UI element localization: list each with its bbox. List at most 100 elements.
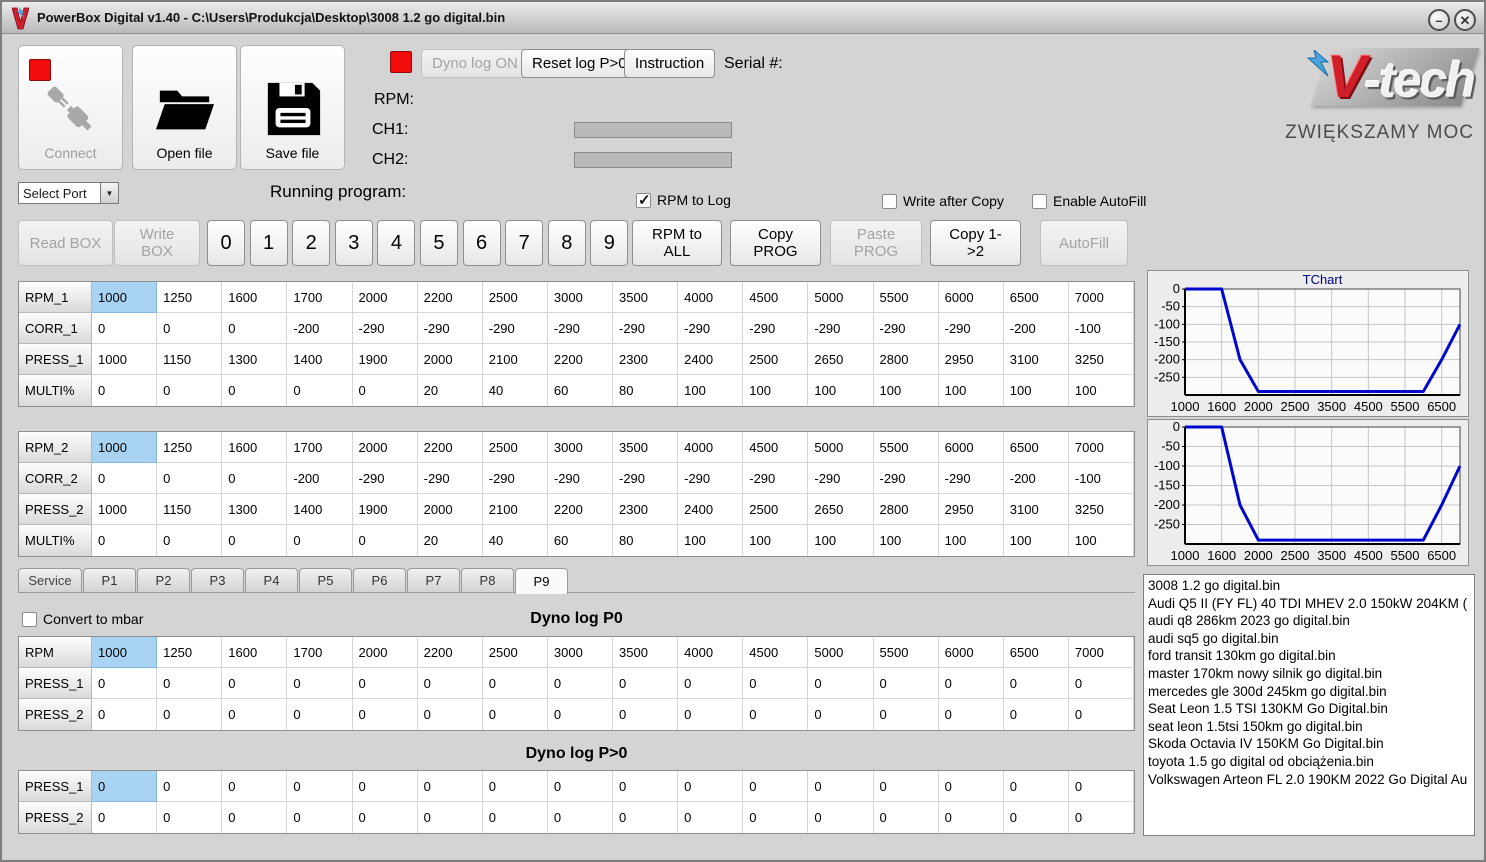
table-cell[interactable]: 2500 bbox=[482, 432, 548, 463]
tab-p5[interactable]: P5 bbox=[299, 568, 352, 592]
tab-p7[interactable]: P7 bbox=[407, 568, 460, 592]
table-cell[interactable]: 5000 bbox=[808, 282, 874, 313]
list-item[interactable]: Volkswagen Arteon FL 2.0 190KM 2022 Go D… bbox=[1148, 771, 1470, 789]
digit-button-4[interactable]: 4 bbox=[377, 220, 416, 266]
table-cell[interactable]: 0 bbox=[613, 699, 679, 730]
table-cell[interactable]: 100 bbox=[1003, 375, 1069, 406]
table-cell[interactable]: 2100 bbox=[482, 494, 548, 525]
table-cell[interactable]: 0 bbox=[352, 668, 418, 699]
connect-button[interactable]: Connect bbox=[18, 45, 123, 170]
instruction-button[interactable]: Instruction bbox=[624, 49, 716, 78]
select-port-dropdown[interactable]: Select Port ▼ bbox=[18, 182, 119, 204]
table-cell[interactable]: 2950 bbox=[938, 344, 1004, 375]
table-cell[interactable]: 100 bbox=[873, 525, 939, 556]
table-cell[interactable]: 1900 bbox=[352, 494, 418, 525]
table-cell[interactable]: -290 bbox=[352, 313, 418, 344]
write-after-copy-checkbox[interactable]: Write after Copy bbox=[882, 193, 1004, 209]
table-cell[interactable]: 0 bbox=[287, 699, 353, 730]
table-cell[interactable]: 80 bbox=[613, 375, 679, 406]
table-cell[interactable]: 4000 bbox=[678, 282, 744, 313]
table-cell[interactable]: 2100 bbox=[482, 344, 548, 375]
table-cell[interactable]: 1000 bbox=[92, 432, 158, 463]
table-cell[interactable]: -290 bbox=[938, 313, 1004, 344]
table-cell[interactable]: 5000 bbox=[808, 637, 874, 668]
table-cell[interactable]: -100 bbox=[1068, 313, 1134, 344]
digit-button-0[interactable]: 0 bbox=[207, 220, 245, 266]
table-cell[interactable]: 60 bbox=[547, 375, 613, 406]
table-cell[interactable]: 2000 bbox=[352, 637, 418, 668]
table-cell[interactable]: 2200 bbox=[547, 494, 613, 525]
tab-service[interactable]: Service bbox=[18, 568, 82, 592]
table-cell[interactable]: 0 bbox=[547, 668, 613, 699]
table-cell[interactable]: 2400 bbox=[678, 344, 744, 375]
table-cell[interactable]: 4500 bbox=[743, 637, 809, 668]
table-cell[interactable]: 0 bbox=[92, 771, 158, 802]
table-cell[interactable]: 0 bbox=[1068, 668, 1134, 699]
table-cell[interactable]: 1600 bbox=[222, 282, 288, 313]
table-cell[interactable]: 3500 bbox=[613, 282, 679, 313]
table-cell[interactable]: 0 bbox=[222, 463, 288, 494]
open-file-button[interactable]: Open file bbox=[132, 45, 237, 170]
tab-p2[interactable]: P2 bbox=[137, 568, 190, 592]
table-cell[interactable]: 2650 bbox=[808, 344, 874, 375]
copy-1-2-button[interactable]: Copy 1->2 bbox=[930, 220, 1021, 266]
checkbox-box[interactable] bbox=[1032, 193, 1047, 209]
table-cell[interactable]: 100 bbox=[873, 375, 939, 406]
table-cell[interactable]: -290 bbox=[873, 313, 939, 344]
tab-p6[interactable]: P6 bbox=[353, 568, 406, 592]
table-cell[interactable]: 0 bbox=[938, 802, 1004, 833]
table-cell[interactable]: 0 bbox=[222, 668, 288, 699]
table-cell[interactable]: 0 bbox=[222, 525, 288, 556]
table-cell[interactable]: 1600 bbox=[222, 637, 288, 668]
table-cell[interactable]: 0 bbox=[547, 699, 613, 730]
table-cell[interactable]: 3100 bbox=[1003, 344, 1069, 375]
list-item[interactable]: 3008 1.2 go digital.bin bbox=[1148, 577, 1470, 595]
table-cell[interactable]: 0 bbox=[678, 699, 744, 730]
table-cell[interactable]: 40 bbox=[482, 525, 548, 556]
table-cell[interactable]: 2650 bbox=[808, 494, 874, 525]
table-cell[interactable]: 5000 bbox=[808, 432, 874, 463]
table-cell[interactable]: 0 bbox=[222, 771, 288, 802]
table-cell[interactable]: 100 bbox=[808, 525, 874, 556]
table-cell[interactable]: 2500 bbox=[482, 637, 548, 668]
table-cell[interactable]: 6000 bbox=[938, 432, 1004, 463]
table-cell[interactable]: 7000 bbox=[1068, 637, 1134, 668]
table-cell[interactable]: -290 bbox=[808, 313, 874, 344]
table-cell[interactable]: 4500 bbox=[743, 282, 809, 313]
dyno-log-on-button[interactable]: Dyno log ON bbox=[421, 49, 529, 78]
table-cell[interactable]: 5500 bbox=[873, 282, 939, 313]
table-cell[interactable]: 2300 bbox=[613, 494, 679, 525]
table-cell[interactable]: 0 bbox=[92, 463, 158, 494]
table-cell[interactable]: 0 bbox=[613, 771, 679, 802]
table-cell[interactable]: 0 bbox=[92, 668, 158, 699]
table-cell[interactable]: 1150 bbox=[157, 344, 223, 375]
digit-button-9[interactable]: 9 bbox=[590, 220, 629, 266]
table-cell[interactable]: 0 bbox=[1003, 802, 1069, 833]
list-item[interactable]: Audi Q5 II (FY FL) 40 TDI MHEV 2.0 150kW… bbox=[1148, 595, 1470, 613]
table-cell[interactable]: 0 bbox=[222, 375, 288, 406]
table-cell[interactable]: 0 bbox=[808, 699, 874, 730]
table-cell[interactable]: 1300 bbox=[222, 494, 288, 525]
table-cell[interactable]: 0 bbox=[92, 313, 158, 344]
table-cell[interactable]: 100 bbox=[938, 375, 1004, 406]
table-cell[interactable]: -290 bbox=[482, 313, 548, 344]
table-cell[interactable]: 0 bbox=[222, 313, 288, 344]
table-cell[interactable]: 0 bbox=[287, 525, 353, 556]
table-cell[interactable]: 0 bbox=[417, 771, 483, 802]
table-cell[interactable]: 0 bbox=[938, 668, 1004, 699]
table-cell[interactable]: 0 bbox=[808, 802, 874, 833]
read-box-button[interactable]: Read BOX bbox=[18, 220, 113, 266]
tab-p3[interactable]: P3 bbox=[191, 568, 244, 592]
table-cell[interactable]: 2500 bbox=[743, 344, 809, 375]
table-cell[interactable]: 3500 bbox=[613, 432, 679, 463]
table-cell[interactable]: 0 bbox=[873, 802, 939, 833]
table-cell[interactable]: 6000 bbox=[938, 282, 1004, 313]
table-cell[interactable]: -290 bbox=[547, 463, 613, 494]
table-cell[interactable]: 1250 bbox=[157, 432, 223, 463]
table-cell[interactable]: -200 bbox=[1003, 313, 1069, 344]
list-item[interactable]: master 170km nowy silnik go digital.bin bbox=[1148, 665, 1470, 683]
table-cell[interactable]: 6500 bbox=[1003, 282, 1069, 313]
digit-button-3[interactable]: 3 bbox=[334, 220, 373, 266]
table-cell[interactable]: 1150 bbox=[157, 494, 223, 525]
tab-p9[interactable]: P9 bbox=[515, 568, 568, 594]
